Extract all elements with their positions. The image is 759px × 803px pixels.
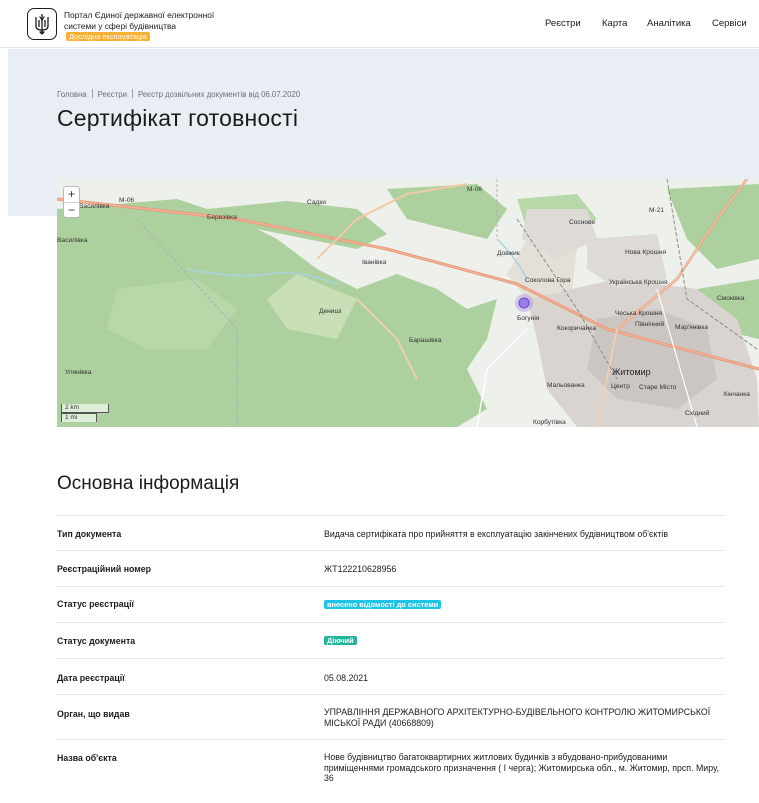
- info-label: Реєстраційний номер: [57, 564, 152, 574]
- breadcrumb-registries[interactable]: Реєстри: [98, 90, 127, 99]
- info-row-object-name: Назва об'єкта Нове будівництво багатоква…: [57, 739, 724, 803]
- map-label-vasylivka-top: Василівка: [79, 202, 110, 210]
- breadcrumb: Головна Реєстри Реєстр дозвільних документ…: [57, 89, 300, 99]
- portal-title-text: Портал Єдиної державної електронної сист…: [64, 10, 215, 31]
- map-label-m21: M-21: [649, 207, 664, 214]
- map-label-barashivka: Барашівка: [409, 336, 442, 344]
- map-label-sosnove: Соснове: [569, 219, 595, 226]
- info-value-wrapper: внесено відомості до системи: [324, 599, 724, 610]
- map-label-tsentr: Центр: [611, 383, 630, 390]
- map-label-uliyanivka: Улянівка: [65, 368, 92, 376]
- breadcrumb-separator: [91, 89, 93, 98]
- map-label-sokolova-hora: Соколова Гора: [525, 277, 571, 284]
- map-label-m06-b: M-06: [119, 197, 134, 204]
- map-label-kokorychanka: Кокоричанка: [557, 325, 596, 332]
- portal-badge: Дослідна експлуатація: [66, 31, 150, 41]
- info-label: Дата реєстрації: [57, 673, 125, 683]
- info-row-issuing-authority: Орган, що видав УПРАВЛІННЯ ДЕРЖАВНОГО АР…: [57, 694, 724, 739]
- info-label: Назва об'єкта: [57, 753, 117, 763]
- nav-services[interactable]: Сервіси: [712, 18, 747, 29]
- document-status-badge: Діючий: [324, 636, 357, 645]
- info-label: Орган, що видав: [57, 709, 130, 719]
- map-canvas[interactable]: M-06 M-06 M-21 Василівка Василівка Берез…: [57, 179, 759, 427]
- info-value: Нове будівництво багатоквартирних житлов…: [324, 752, 719, 784]
- map-label-cheska-kroshnia: Чеська Крошня: [615, 310, 662, 317]
- map-label-diivka: Довжик: [497, 250, 520, 257]
- nav-map[interactable]: Карта: [602, 18, 627, 29]
- map-label-bohunia: Богунія: [517, 314, 540, 322]
- location-marker: [518, 297, 530, 309]
- map-label-khinchanka: Хінчанка: [723, 390, 750, 398]
- map-label-zhytomyr: Житомир: [612, 367, 651, 377]
- location-map[interactable]: M-06 M-06 M-21 Василівка Василівка Берез…: [57, 179, 759, 427]
- info-value-wrapper: Діючий: [324, 635, 724, 646]
- map-label-skhidnyi: Східний: [685, 409, 710, 417]
- info-label: Тип документа: [57, 529, 122, 539]
- info-row-document-status: Статус документа Діючий: [57, 622, 724, 658]
- map-zoom-control: + −: [63, 186, 80, 218]
- info-value: Видача сертифіката про прийняття в експл…: [324, 529, 669, 539]
- zoom-out-button[interactable]: −: [64, 202, 79, 217]
- map-label-berezivka: Березівка: [207, 213, 237, 221]
- info-row-registration-number: Реєстраційний номер ЖТ122210628956: [57, 550, 724, 586]
- breadcrumb-current: Реєстр дозвільних документів від 06.07.2…: [137, 90, 301, 99]
- map-label-smokivka: Смоківка: [717, 294, 745, 302]
- breadcrumb-separator: [131, 89, 133, 98]
- portal-title[interactable]: Портал Єдиної державної електронної сист…: [64, 10, 224, 42]
- breadcrumb-home[interactable]: Головна: [57, 90, 87, 99]
- info-value: 05.08.2021: [324, 673, 369, 683]
- info-label: Статус документа: [57, 636, 136, 646]
- map-label-sadky: Садки: [307, 199, 326, 206]
- info-value: ЖТ122210628956: [324, 564, 397, 574]
- scale-mi: 1 mi: [61, 413, 97, 422]
- info-label: Статус реєстрації: [57, 599, 135, 609]
- info-row-document-type: Тип документа Видача сертифіката про при…: [57, 515, 724, 550]
- map-label-m06-a: M-06: [467, 186, 482, 193]
- map-label-vasylivka-left: Василівка: [57, 236, 88, 244]
- map-label-marianivka: Мар'янівка: [675, 323, 708, 331]
- site-header: Портал Єдиної державної електронної сист…: [0, 0, 759, 48]
- info-value: УПРАВЛІННЯ ДЕРЖАВНОГО АРХІТЕКТУРНО-БУДІВ…: [324, 707, 711, 728]
- map-label-ivanivka: Іванівка: [362, 258, 387, 266]
- map-scale: 2 km 1 mi: [61, 404, 109, 422]
- info-row-registration-date: Дата реєстрації 05.08.2021: [57, 658, 724, 694]
- section-title: Основна інформація: [57, 473, 240, 494]
- map-label-ukrainska-kroshnia: Українська Крошня: [609, 279, 668, 286]
- zoom-in-button[interactable]: +: [64, 187, 79, 202]
- nav-analytics[interactable]: Аналітика: [647, 18, 691, 29]
- info-row-registration-status: Статус реєстрації внесено відомості до с…: [57, 586, 724, 622]
- map-label-pivnichnyi: Північний: [635, 320, 665, 328]
- map-label-stare-misto: Старе Місто: [639, 383, 677, 391]
- nav-registries[interactable]: Реєстри: [545, 18, 581, 29]
- map-label-nova-kroshnia: Нова Крошня: [625, 249, 666, 256]
- map-label-korbutivka: Корбутівка: [533, 418, 566, 426]
- map-label-malovanka: Мальованка: [547, 382, 585, 389]
- trident-logo-icon[interactable]: [27, 8, 57, 40]
- scale-km: 2 km: [61, 404, 109, 413]
- page-title: Сертифікат готовності: [57, 105, 299, 131]
- registration-status-badge: внесено відомості до системи: [324, 600, 442, 609]
- map-label-dykivka: Дениші: [319, 307, 342, 315]
